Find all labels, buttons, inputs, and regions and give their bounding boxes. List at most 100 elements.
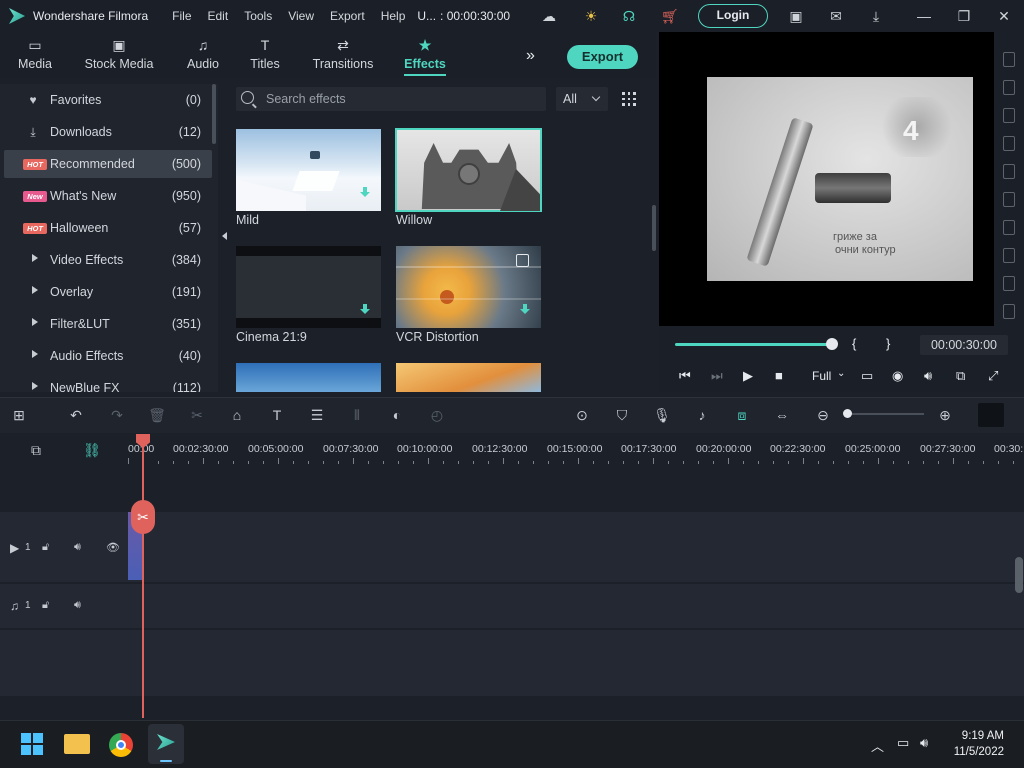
close-icon[interactable]: ✕ (996, 8, 1012, 24)
playback-progress-knob[interactable] (826, 338, 838, 350)
tray-date[interactable]: 11/5/2022 (940, 746, 1004, 758)
tab-titles[interactable]: T Titles (246, 32, 284, 78)
play-icon[interactable]: ▶ (743, 368, 753, 384)
filter-dropdown[interactable]: All (556, 87, 608, 111)
login-button[interactable]: Login (698, 4, 768, 28)
undo-icon[interactable]: ↶ (67, 406, 85, 424)
render-preview-icon[interactable]: ⊙ (573, 406, 591, 424)
menu-edit[interactable]: Edit (208, 9, 229, 23)
delete-icon[interactable]: 🗑︎ (148, 406, 166, 424)
effect-thumbnail-row3-b[interactable] (396, 363, 541, 392)
volume-icon[interactable]: 🔊︎ (924, 368, 932, 384)
tab-effects[interactable]: ★ Effects (398, 32, 452, 78)
mark-in-icon[interactable]: { (852, 336, 856, 352)
tab-stock-media[interactable]: ▣ Stock Media (82, 32, 156, 78)
sidebar-item-newblue-fx[interactable]: NewBlue FX (112) (4, 374, 212, 392)
audio-wave-icon[interactable]: ⦀ (348, 406, 366, 424)
layout-icon[interactable]: ⊞ (10, 406, 28, 424)
effect-thumbnail-willow[interactable] (395, 128, 542, 212)
expand-arrow-icon[interactable] (32, 254, 38, 262)
grid-view-icon[interactable] (622, 92, 636, 106)
download-update-icon[interactable]: ⤓ (868, 8, 884, 24)
zoom-slider-knob[interactable] (843, 409, 852, 418)
effect-thumbnail-mild[interactable] (236, 129, 381, 211)
cart-icon[interactable]: 🛒︎ (661, 8, 679, 24)
microphone-icon[interactable]: 🎙︎ (653, 406, 671, 424)
menu-tools[interactable]: Tools (244, 9, 272, 23)
expand-arrow-icon[interactable] (32, 350, 38, 358)
tag-icon[interactable]: ⌂ (228, 406, 246, 424)
file-explorer-icon[interactable] (64, 734, 90, 754)
chevron-up-icon[interactable]: ︿ (871, 736, 884, 755)
fit-timeline-icon[interactable]: ⇔ (773, 406, 791, 424)
tray-time[interactable]: 9:19 AM (954, 730, 1004, 742)
chevron-down-icon[interactable]: ⌄ (837, 366, 845, 382)
sidebar-item-recommended[interactable]: HOT Recommended (500) (4, 150, 212, 178)
stop-icon[interactable]: ■ (775, 368, 783, 384)
timeline-scrollbar[interactable] (1015, 557, 1023, 593)
collapse-sidebar-icon[interactable] (222, 232, 227, 240)
tab-audio[interactable]: ♫ Audio (182, 32, 224, 78)
mail-icon[interactable]: ✉ (828, 8, 844, 24)
effect-thumbnail-row3-a[interactable] (236, 363, 381, 392)
sidebar-item-halloween[interactable]: HOT Halloween (57) (4, 214, 212, 242)
sidebar-scrollbar[interactable] (212, 84, 216, 144)
audio-mix-icon[interactable]: ◐ (388, 406, 406, 424)
zoom-slider-track[interactable] (846, 413, 924, 415)
split-scissors-icon[interactable]: ✂ (131, 500, 155, 534)
timeline-layout-toggle[interactable] (978, 403, 1004, 427)
speed-icon[interactable]: ◴ (428, 406, 446, 424)
network-icon[interactable]: ▭ (897, 735, 909, 751)
menu-view[interactable]: View (288, 9, 314, 23)
more-tabs-icon[interactable]: » (526, 47, 535, 65)
marker-icon[interactable]: ⛉ (613, 406, 631, 424)
music-list-icon[interactable]: ♪ (693, 406, 711, 424)
sidebar-item-video-effects[interactable]: Video Effects (384) (4, 246, 212, 274)
sidebar-item-downloads[interactable]: ⤓ Downloads (12) (4, 118, 212, 146)
snapshot-camera-icon[interactable]: ◉ (892, 368, 903, 384)
sidebar-item-whats-new[interactable]: New What's New (950) (4, 182, 212, 210)
export-button[interactable]: Export (567, 45, 638, 69)
playhead[interactable] (142, 434, 144, 718)
redo-icon[interactable]: ↷ (108, 406, 126, 424)
add-track-icon[interactable]: ⧉ (27, 441, 45, 459)
filmora-taskbar-icon[interactable] (148, 724, 184, 764)
headset-icon[interactable]: ☊ (621, 8, 637, 24)
menu-file[interactable]: File (172, 9, 191, 23)
step-back-icon[interactable]: ⏮ (679, 368, 691, 384)
search-input[interactable] (266, 90, 536, 108)
adjust-icon[interactable]: ☰ (308, 406, 326, 424)
empty-track-area[interactable] (0, 630, 1024, 696)
aspect-ratio-icon[interactable]: ⧉ (956, 368, 965, 384)
windows-start-icon[interactable] (21, 733, 43, 755)
chrome-icon[interactable] (109, 733, 133, 757)
restore-icon[interactable]: ❐ (956, 8, 972, 24)
expand-arrow-icon[interactable] (32, 382, 38, 390)
cut-icon[interactable]: ✂ (188, 406, 206, 424)
fullscreen-icon[interactable]: ⤢ (988, 368, 998, 384)
snap-icon[interactable]: ⧈ (733, 406, 751, 424)
link-icon[interactable]: ⛓ (83, 441, 101, 459)
sidebar-item-audio-effects[interactable]: Audio Effects (40) (4, 342, 212, 370)
tab-media[interactable]: ▭ Media (12, 32, 58, 78)
download-icon[interactable] (360, 187, 370, 199)
display-icon[interactable]: ▭ (861, 368, 873, 384)
quality-select[interactable]: Full (812, 368, 831, 384)
expand-arrow-icon[interactable] (32, 318, 38, 326)
playback-progress-bar[interactable] (675, 343, 832, 346)
zoom-in-icon[interactable]: ⊕ (936, 406, 954, 424)
sidebar-item-overlay[interactable]: Overlay (191) (4, 278, 212, 306)
sidebar-item-filter-lut[interactable]: Filter&LUT (351) (4, 310, 212, 338)
zoom-out-icon[interactable]: ⊖ (814, 406, 832, 424)
menu-export[interactable]: Export (330, 9, 365, 23)
step-forward-icon[interactable]: ⏭ (711, 368, 723, 384)
expand-arrow-icon[interactable] (32, 286, 38, 294)
download-icon[interactable] (520, 304, 530, 316)
speaker-icon[interactable]: 🔊︎ (920, 735, 928, 751)
effect-thumbnail-cinema-21-9[interactable] (236, 246, 381, 328)
minimize-icon[interactable]: — (916, 8, 932, 24)
effects-scrollbar[interactable] (652, 205, 656, 251)
mute-icon[interactable]: 🔊︎ (74, 599, 81, 612)
sidebar-item-favorites[interactable]: ♥ Favorites (0) (4, 86, 212, 114)
menu-help[interactable]: Help (381, 9, 406, 23)
